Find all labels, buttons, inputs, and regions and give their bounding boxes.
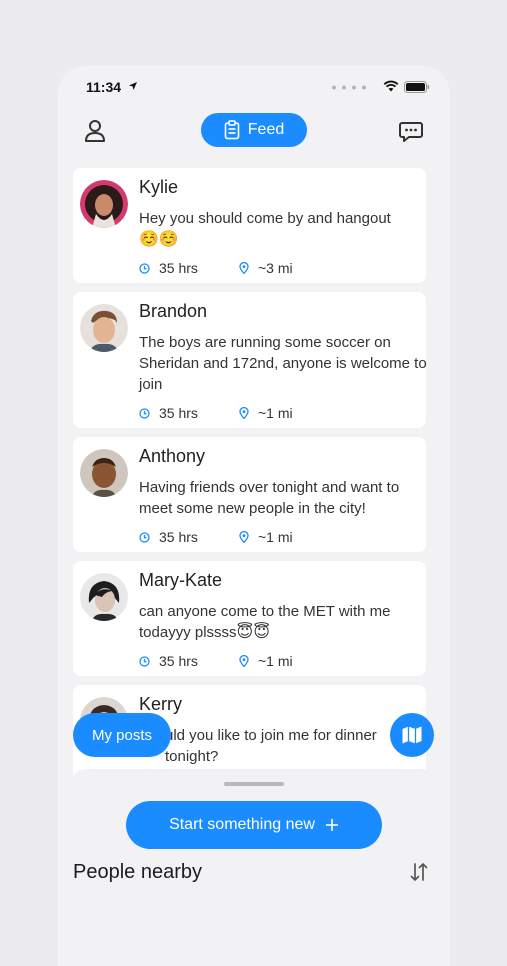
- sort-icon[interactable]: [408, 861, 430, 883]
- post-author: Mary-Kate: [139, 570, 223, 590]
- post-author: Kerry: [139, 694, 183, 714]
- post-distance: ~3 mi: [258, 260, 293, 276]
- post-message: uld you like to join me for dinner tonig…: [165, 725, 427, 767]
- clipboard-icon: [224, 120, 240, 140]
- top-nav: Feed: [58, 112, 450, 152]
- clock-icon: [139, 655, 150, 667]
- clock-icon: [139, 407, 150, 419]
- post-card[interactable]: Kylie Hey you should come by and hangout…: [73, 168, 426, 283]
- start-something-new-button[interactable]: Start something new: [126, 801, 382, 849]
- people-nearby-title: People nearby: [73, 861, 202, 883]
- location-pin-icon: [239, 655, 249, 667]
- my-posts-label: My posts: [91, 726, 152, 744]
- post-card[interactable]: Anthony Having friends over tonight and …: [73, 437, 426, 552]
- post-card[interactable]: Brandon The boys are running some soccer…: [73, 292, 427, 428]
- clock-icon: [139, 531, 150, 543]
- post-emoji: ☺️☺️: [139, 231, 179, 248]
- status-bar: 11:34: [58, 66, 450, 108]
- sheet-drag-handle[interactable]: [224, 782, 284, 786]
- post-time: 35 hrs: [159, 529, 198, 545]
- signal-icon: [332, 85, 366, 90]
- post-emoji: 😇😇: [236, 624, 270, 641]
- people-nearby-sheet: Start something new People nearby: [69, 769, 439, 966]
- avatar: [80, 304, 128, 352]
- map-icon: [402, 726, 422, 744]
- map-button[interactable]: [390, 713, 434, 757]
- avatar: [80, 449, 128, 497]
- post-meta: 35 hrs ~3 mi: [139, 260, 293, 276]
- plus-icon: [325, 819, 338, 831]
- post-distance: ~1 mi: [258, 653, 293, 669]
- avatar: [80, 180, 128, 228]
- post-distance: ~1 mi: [258, 405, 293, 421]
- post-message: Having friends over tonight and want to …: [139, 479, 400, 517]
- avatar: [80, 573, 128, 621]
- feed-tab-label: Feed: [247, 121, 285, 138]
- post-text: Hey you should come by and hangout: [139, 210, 391, 227]
- feed-tab-button[interactable]: Feed: [201, 113, 307, 147]
- post-author: Brandon: [139, 301, 208, 321]
- profile-icon[interactable]: [82, 118, 108, 144]
- location-pin-icon: [239, 407, 249, 419]
- post-time: 35 hrs: [159, 260, 198, 276]
- battery-icon: [404, 81, 430, 93]
- clock-icon: [139, 262, 150, 274]
- post-meta: 35 hrs ~1 mi: [139, 405, 293, 421]
- post-message: The boys are running some soccer on Sher…: [139, 334, 427, 393]
- post-time: 35 hrs: [159, 653, 198, 669]
- location-pin-icon: [239, 262, 249, 274]
- post-text: uld you like to join me for dinner tonig…: [165, 727, 377, 765]
- status-time: 11:34: [86, 79, 122, 95]
- post-message: Hey you should come by and hangout ☺️☺️: [139, 208, 429, 250]
- post-card[interactable]: Mary-Kate can anyone come to the MET wit…: [73, 561, 426, 676]
- post-time: 35 hrs: [159, 405, 198, 421]
- chat-icon[interactable]: [398, 120, 424, 144]
- wifi-icon: [383, 80, 399, 92]
- location-pin-icon: [239, 531, 249, 543]
- location-arrow-icon: [129, 82, 137, 90]
- my-posts-button[interactable]: My posts: [73, 713, 171, 757]
- start-something-new-label: Start something new: [169, 816, 315, 833]
- post-meta: 35 hrs ~1 mi: [139, 529, 293, 545]
- phone-screen: 11:34 Feed Kylie Hey you should come by …: [58, 66, 450, 966]
- post-distance: ~1 mi: [258, 529, 293, 545]
- post-message: can anyone come to the MET with me today…: [139, 601, 429, 643]
- post-author: Anthony: [139, 446, 206, 466]
- post-meta: 35 hrs ~1 mi: [139, 653, 293, 669]
- post-author: Kylie: [139, 177, 179, 197]
